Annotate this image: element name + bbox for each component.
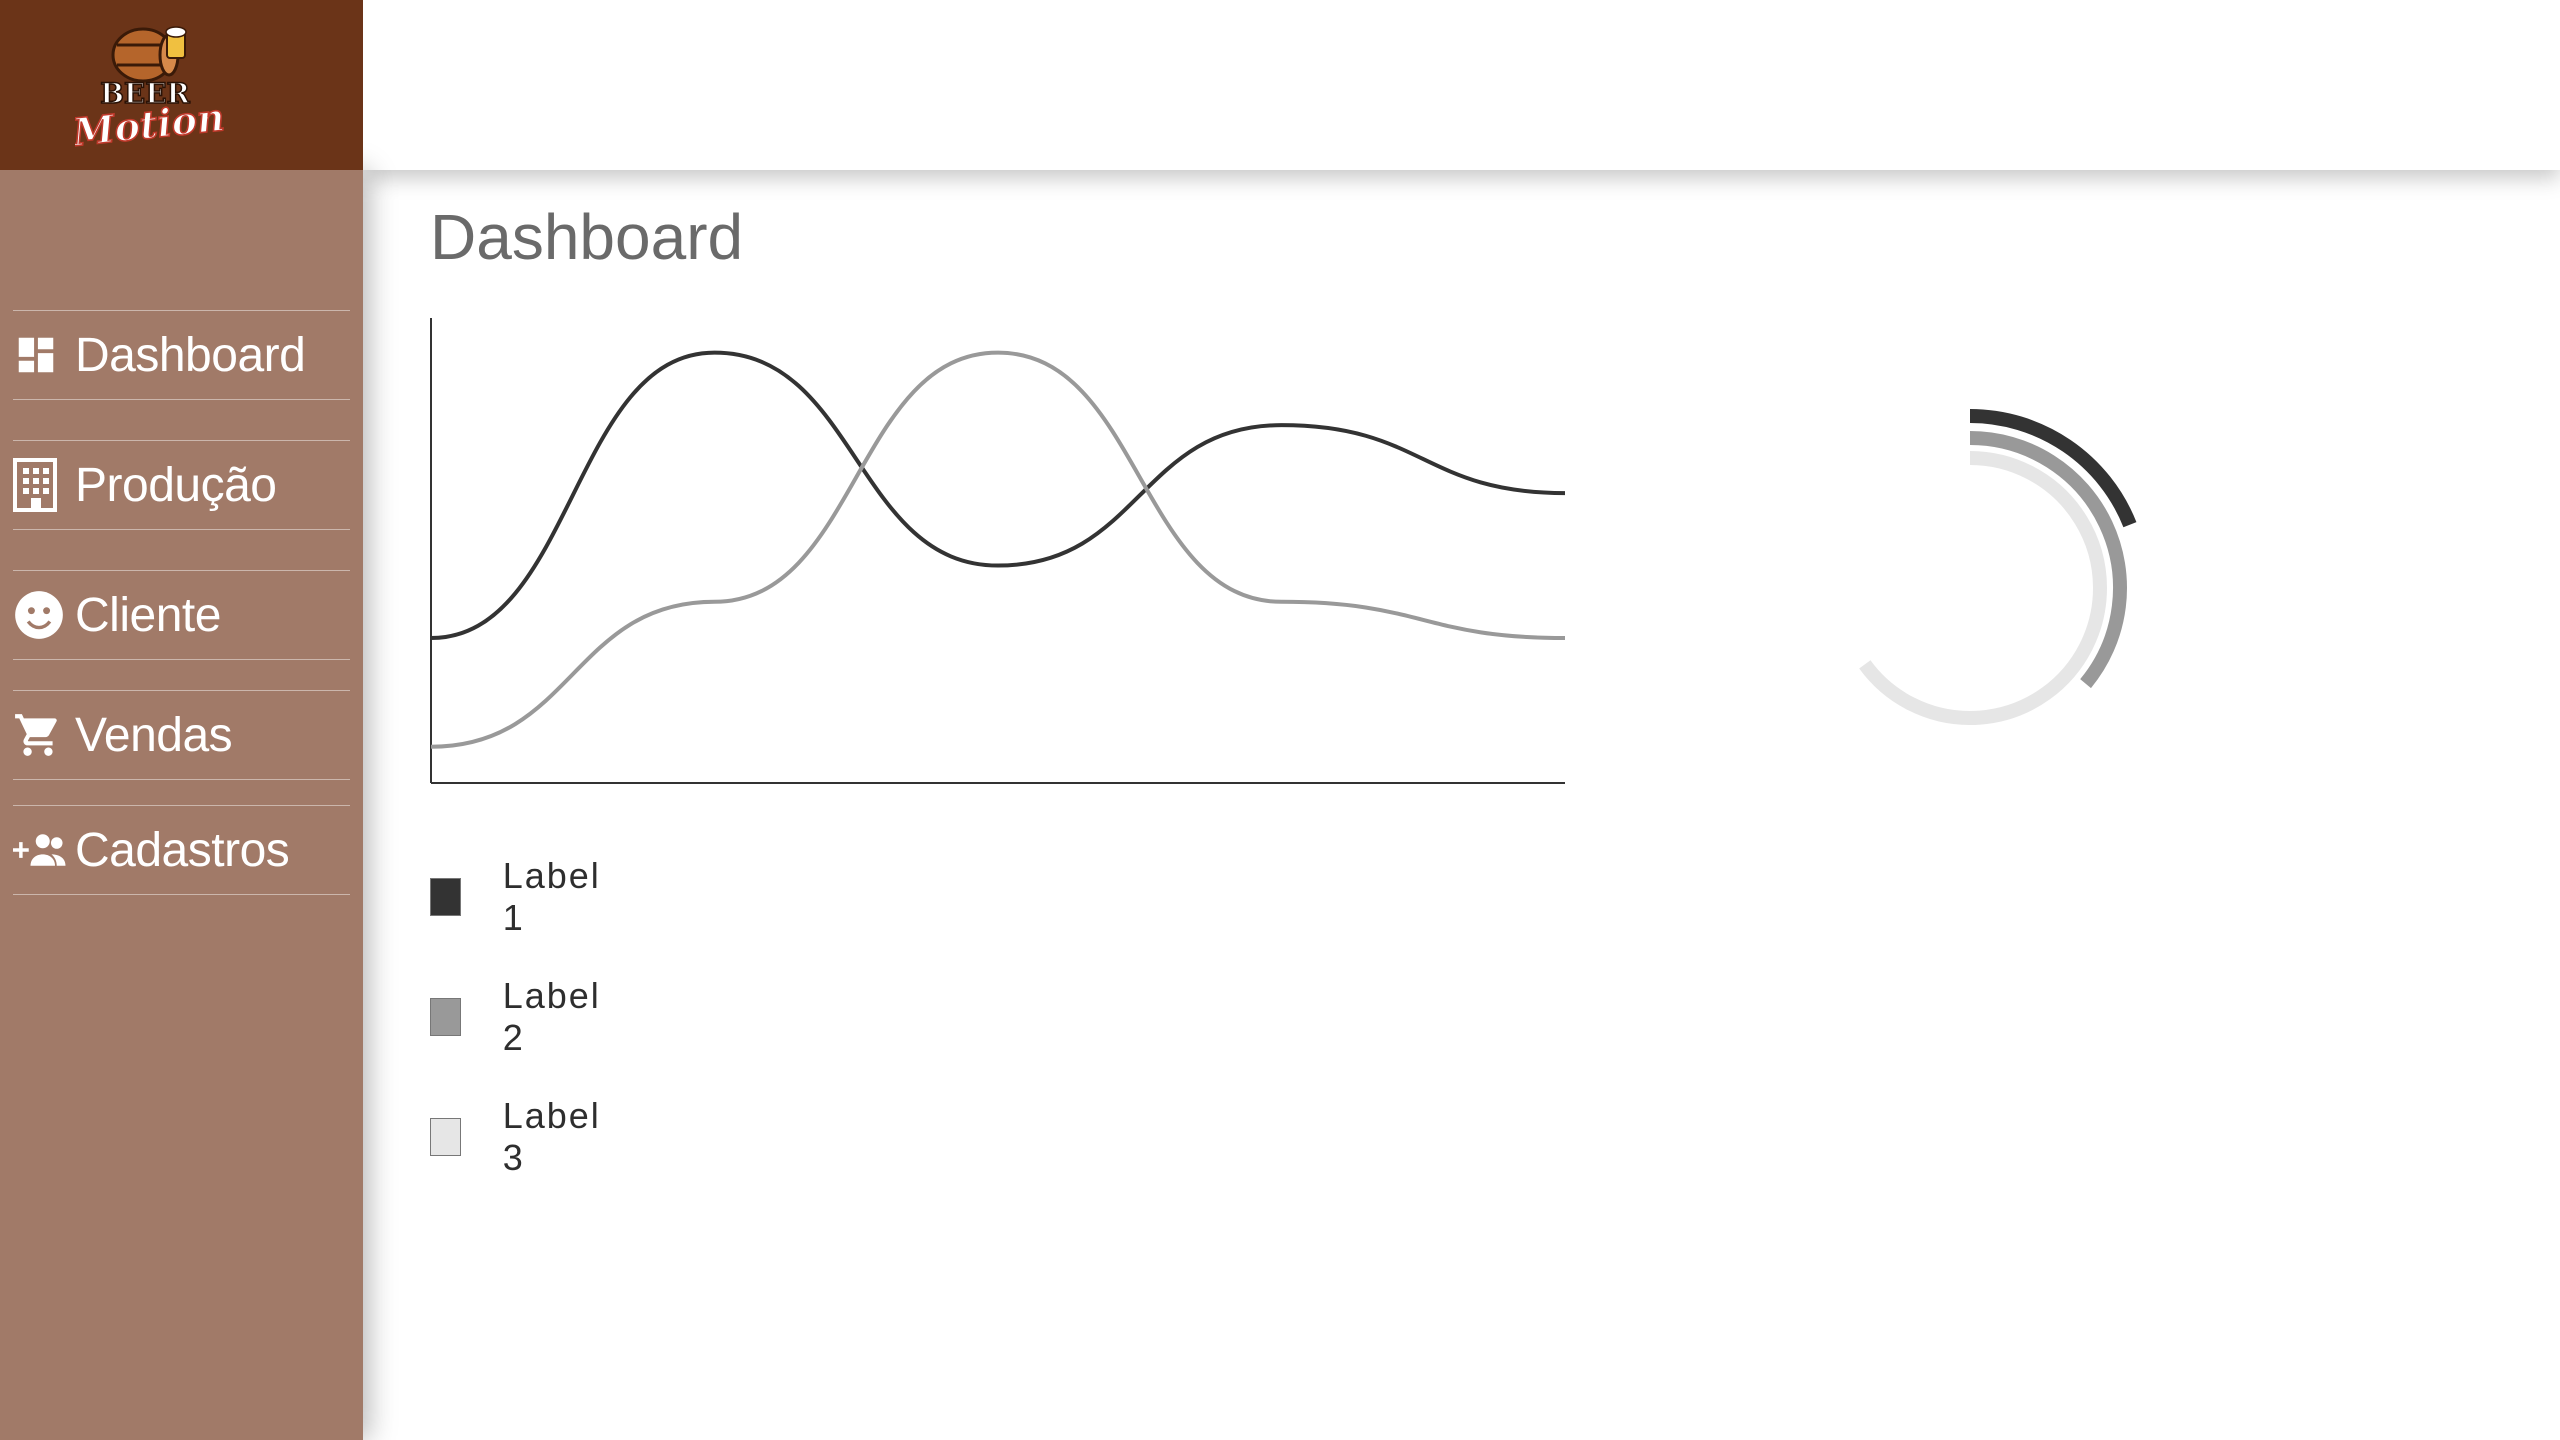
sidebar-item-label: Cliente [75, 588, 221, 642]
arc-segment-1 [1969, 409, 2137, 528]
sidebar-item-dashboard[interactable]: Dashboard [13, 310, 350, 400]
sidebar-item-label: Dashboard [75, 328, 306, 382]
legend-swatch [430, 878, 461, 916]
sidebar: Dashboard Produção Cliente Vendas Cadast… [0, 170, 363, 1440]
top-bar [363, 0, 2560, 170]
logo-header: BEER Motion [0, 0, 363, 170]
sidebar-item-cadastros[interactable]: Cadastros [13, 805, 350, 895]
line-chart [430, 318, 1566, 784]
add-group-icon [13, 822, 69, 878]
beer-motion-logo[interactable]: BEER Motion [75, 10, 225, 160]
legend-label: Label 3 [502, 1095, 601, 1178]
sidebar-item-label: Produção [75, 458, 277, 512]
face-icon [13, 587, 69, 643]
line-series-1 [430, 350, 1566, 641]
building-icon [13, 457, 69, 513]
legend-label: Label 2 [502, 975, 601, 1058]
sidebar-item-label: Vendas [75, 708, 233, 762]
legend-item: Label 3 [430, 1095, 608, 1179]
legend-swatch [430, 998, 461, 1036]
logo-text-motion: Motion [75, 94, 225, 155]
legend-item: Label 2 [430, 975, 608, 1059]
arc-segment-3 [1859, 451, 2107, 725]
sidebar-item-vendas[interactable]: Vendas [13, 690, 350, 780]
page-title: Dashboard [430, 201, 744, 273]
sidebar-item-cliente[interactable]: Cliente [13, 570, 350, 660]
legend-item: Label 1 [430, 855, 608, 939]
sidebar-item-producao[interactable]: Produção [13, 440, 350, 530]
donut-chart [1859, 409, 2137, 725]
dashboard-icon [13, 327, 69, 383]
shopping-cart-icon [13, 707, 69, 763]
line-series-2 [430, 350, 1566, 749]
legend-label: Label 1 [502, 855, 601, 938]
sidebar-item-label: Cadastros [75, 823, 290, 877]
legend-swatch [430, 1118, 461, 1156]
